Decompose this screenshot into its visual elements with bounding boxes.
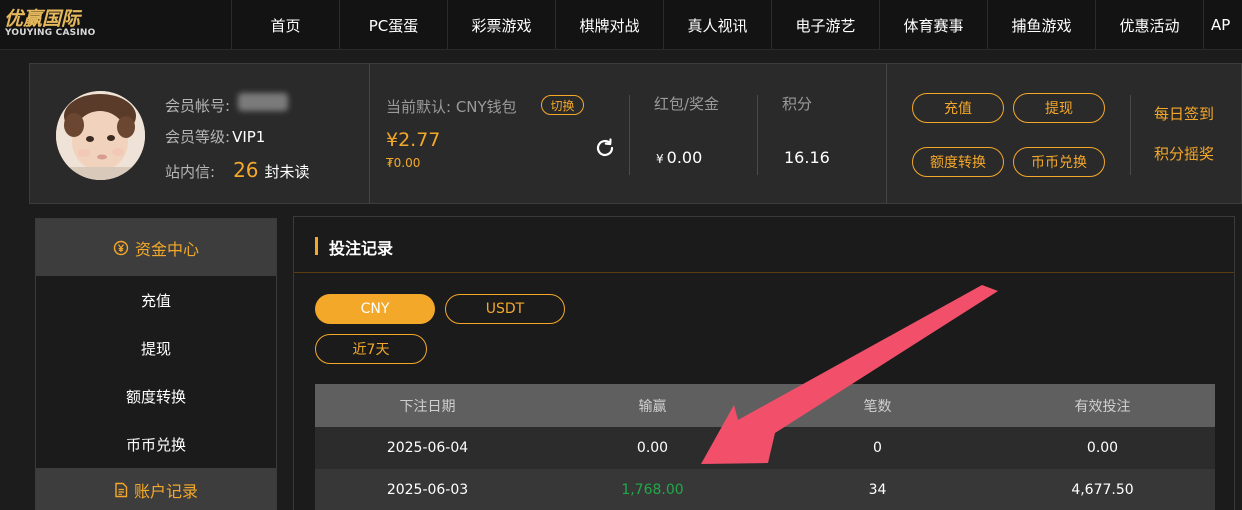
cell-valid-bet: 0.00 [1086, 440, 1119, 456]
redpacket-value: ¥0.00 [656, 148, 702, 167]
cell-winloss: 0.00 [636, 440, 669, 456]
refresh-icon[interactable] [593, 136, 617, 160]
logo-subtext: YOUYING CASINO [5, 28, 96, 38]
wallet-usdt-balance: ₮0.00 [386, 156, 421, 170]
transfer-button[interactable]: 额度转换 [912, 147, 1004, 177]
yen-coin-icon [113, 240, 129, 255]
avatar [56, 91, 145, 180]
message-label: 站内信: [165, 163, 216, 181]
default-wallet-label: 当前默认: CNY钱包 [386, 98, 517, 116]
nav-item-pc-eggs[interactable]: PC蛋蛋 [339, 0, 447, 50]
daily-checkin-link[interactable]: 每日签到 [1154, 103, 1214, 124]
cell-winloss: 1,768.00 [621, 482, 684, 498]
column-header-date: 下注日期 [399, 398, 456, 415]
cell-date: 2025-06-04 [386, 440, 469, 456]
coin-exchange-button[interactable]: 币币兑换 [1013, 147, 1105, 177]
logo-text: 优赢国际 [4, 8, 81, 30]
nav-item-slots[interactable]: 电子游艺 [771, 0, 879, 50]
member-level-value: VIP1 [232, 128, 266, 146]
member-id-row: 会员帐号: [165, 93, 289, 116]
cell-valid-bet: 4,677.50 [1071, 482, 1134, 498]
table-row: 2025-06-04 0.00 0 0.00 [315, 427, 1215, 469]
redpacket-label: 红包/奖金 [654, 95, 720, 113]
table-row: 2025-06-03 1,768.00 34 4,677.50 [315, 469, 1215, 510]
site-logo[interactable]: 优赢国际 YOUYING CASINO [4, 4, 124, 44]
points-lottery-link[interactable]: 积分摇奖 [1154, 143, 1214, 164]
nav-item-card-games[interactable]: 棋牌对战 [555, 0, 663, 50]
divider [757, 95, 758, 175]
top-navigation: 优赢国际 YOUYING CASINO 首页 PC蛋蛋 彩票游戏 棋牌对战 真人… [0, 0, 1242, 50]
message-row[interactable]: 站内信: 26 封未读 [165, 158, 310, 182]
sidebar-section-funds[interactable]: 资金中心 [36, 219, 276, 276]
panel-header: 投注记录 [294, 217, 1234, 273]
sidebar-item-transfer[interactable]: 额度转换 [36, 372, 276, 420]
withdraw-button[interactable]: 提现 [1013, 93, 1105, 123]
sidebar-item-deposit[interactable]: 充值 [36, 276, 276, 324]
tab-usdt[interactable]: USDT [445, 294, 565, 324]
cell-count: 0 [873, 440, 882, 456]
member-id-label: 会员帐号: [165, 97, 231, 115]
currency-symbol: ¥ [656, 152, 664, 166]
nav-item-app[interactable]: AP [1203, 0, 1241, 50]
sidebar: 资金中心 充值 提现 额度转换 币币兑换 账户记录 [35, 218, 277, 510]
switch-wallet-button[interactable]: 切换 [541, 95, 584, 115]
divider [629, 95, 630, 175]
member-level-row: 会员等级: VIP1 [165, 126, 265, 147]
column-header-winloss: 输赢 [638, 398, 667, 415]
sidebar-item-coin-exchange[interactable]: 币币兑换 [36, 420, 276, 468]
sidebar-item-withdraw[interactable]: 提现 [36, 324, 276, 372]
message-count: 26 [233, 158, 259, 182]
bet-records-panel: 投注记录 CNY USDT 近7天 下注日期 输赢 笔数 有效投注 2025-0… [293, 216, 1235, 510]
cell-date: 2025-06-03 [386, 482, 469, 498]
nav-item-lottery[interactable]: 彩票游戏 [447, 0, 555, 50]
bet-records-table: 下注日期 输赢 笔数 有效投注 2025-06-04 0.00 0 0.00 2… [315, 384, 1215, 510]
divider [1130, 95, 1131, 175]
redpacket-amount: 0.00 [666, 148, 703, 167]
member-id-blurred [238, 93, 289, 111]
document-icon [115, 482, 128, 497]
nav-item-promotions[interactable]: 优惠活动 [1095, 0, 1203, 50]
nav-item-sports[interactable]: 体育赛事 [879, 0, 987, 50]
deposit-button[interactable]: 充值 [912, 93, 1004, 123]
account-summary-panel: 会员帐号: 会员等级: VIP1 站内信: 26 封未读 当前默认: CNY钱包… [29, 63, 1242, 204]
divider [369, 64, 370, 203]
column-header-count: 笔数 [863, 398, 892, 415]
nav-item-live-casino[interactable]: 真人视讯 [663, 0, 771, 50]
table-header: 下注日期 输赢 笔数 有效投注 [315, 384, 1215, 427]
nav-item-fishing[interactable]: 捕鱼游戏 [987, 0, 1095, 50]
period-filter-7days[interactable]: 近7天 [315, 334, 427, 364]
title-accent-bar [315, 237, 318, 255]
member-level-label: 会员等级: [165, 128, 231, 146]
wallet-balance: ¥2.77 [386, 129, 441, 151]
points-value: 16.16 [784, 148, 830, 167]
points-label: 积分 [782, 95, 813, 113]
cell-count: 34 [868, 482, 887, 498]
nav-menu: 首页 PC蛋蛋 彩票游戏 棋牌对战 真人视讯 电子游艺 体育赛事 捕鱼游戏 优惠… [231, 0, 1241, 50]
sidebar-section-label: 账户记录 [133, 481, 198, 501]
page-title: 投注记录 [329, 239, 394, 258]
tab-cny[interactable]: CNY [315, 294, 435, 324]
column-header-valid-bet: 有效投注 [1074, 398, 1131, 415]
message-unit: 封未读 [264, 163, 310, 181]
sidebar-section-records[interactable]: 账户记录 [36, 468, 276, 510]
nav-item-home[interactable]: 首页 [231, 0, 339, 50]
divider [886, 64, 887, 203]
sidebar-section-label: 资金中心 [134, 239, 199, 259]
